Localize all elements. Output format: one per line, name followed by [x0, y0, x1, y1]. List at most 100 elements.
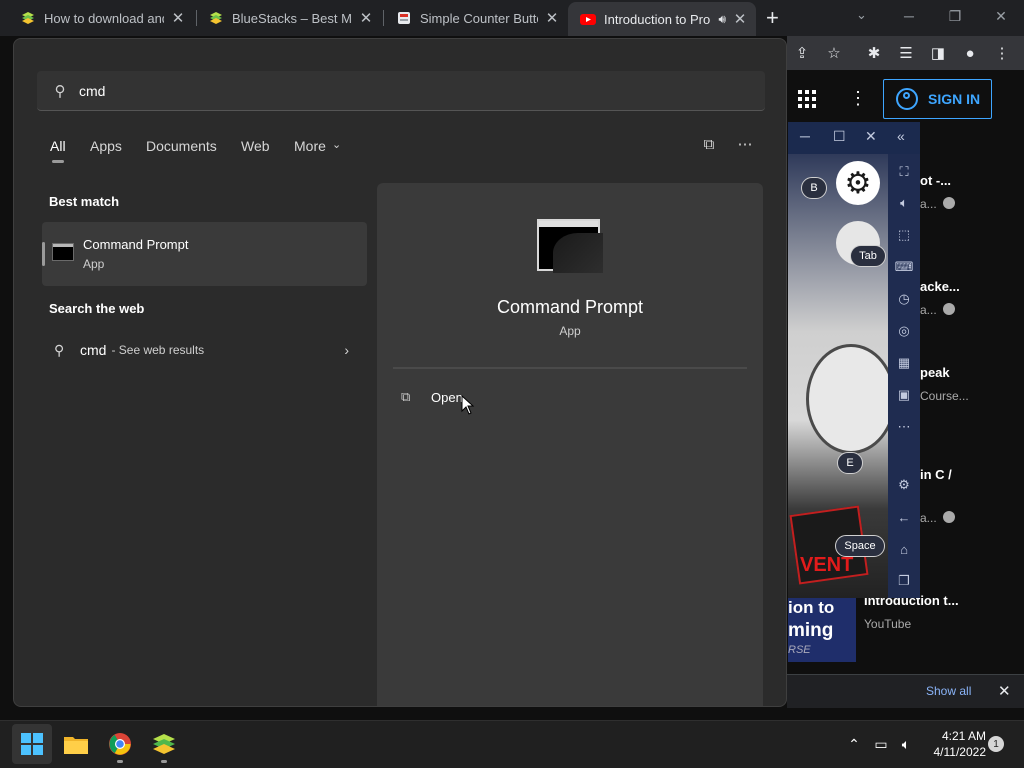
tab-search-chevron-icon[interactable]: ⌄ [856, 7, 867, 23]
window-close-icon[interactable]: ✕ [978, 0, 1024, 32]
macro-icon[interactable]: ◷ [894, 290, 914, 308]
channel-fragment: a... [920, 511, 937, 525]
command-prompt-large-icon [537, 219, 603, 273]
media-control-icon[interactable]: ☰ [896, 44, 916, 62]
running-indicator [161, 760, 167, 763]
more-tools-icon[interactable]: ⋯ [894, 418, 914, 436]
channel-fragment: a... [920, 303, 937, 317]
close-tab-icon[interactable]: ✕ [732, 10, 748, 28]
command-prompt-icon [52, 243, 74, 261]
key-b-badge[interactable]: B [801, 177, 827, 199]
side-panel-icon[interactable]: ◨ [928, 44, 948, 62]
tab-apps[interactable]: Apps [90, 138, 122, 154]
search-query: cmd [79, 82, 106, 99]
tab-bluestacks[interactable]: BlueStacks – Best Mobi ✕ [196, 4, 382, 32]
volume-icon[interactable]: 🔈︎ [897, 735, 915, 753]
close-tab-icon[interactable]: ✕ [170, 9, 186, 27]
fullscreen-icon[interactable]: ⛶ [894, 163, 914, 181]
best-match-result[interactable]: Command Prompt App [42, 222, 367, 286]
channel-fragment: Course... [920, 389, 969, 403]
tab-title: How to download and [44, 10, 164, 26]
browser-menu-icon[interactable]: ⋮ [992, 44, 1012, 62]
search-icon: ⚲ [54, 82, 66, 100]
home-icon[interactable]: ⌂ [894, 540, 914, 558]
settings-menu-icon[interactable]: ⋮ [849, 88, 867, 109]
download-bar-close-icon[interactable]: ✕ [998, 682, 1011, 700]
chrome-button[interactable] [100, 724, 140, 764]
volume-icon[interactable]: 🔈︎ [894, 194, 914, 212]
recent-apps-icon[interactable]: ❐ [894, 572, 914, 590]
back-arrow-icon[interactable]: ← [894, 508, 914, 526]
file-explorer-button[interactable] [56, 724, 96, 764]
page-icon [398, 12, 410, 24]
close-tab-icon[interactable]: ✕ [358, 9, 374, 27]
bs-settings-icon[interactable]: ⚙ [894, 476, 914, 494]
detail-app-name: Command Prompt [496, 297, 644, 317]
share-icon[interactable]: ⇪ [792, 44, 812, 62]
keyboard-icon[interactable]: ⌨ [894, 258, 914, 276]
extensions-icon[interactable]: ✱ [864, 44, 884, 62]
video-channel[interactable]: YouTube [864, 617, 911, 631]
apk-icon[interactable]: ▣ [894, 386, 914, 404]
notification-badge[interactable]: 1 [988, 736, 1004, 752]
taskbar-clock[interactable]: 4:21 AM 4/11/2022 [924, 728, 987, 760]
download-bar [787, 674, 1024, 708]
verified-icon [943, 197, 955, 209]
windows-logo-icon [21, 733, 43, 755]
bs-maximize-icon[interactable]: ☐ [833, 128, 846, 145]
tab-how-to-download[interactable]: How to download and ✕ [8, 4, 194, 32]
tab-title: BlueStacks – Best Mobi [232, 10, 352, 26]
restore-icon[interactable]: ❐ [932, 0, 978, 32]
close-tab-icon[interactable]: ✕ [544, 9, 560, 27]
gamepad-icon[interactable]: ▦ [894, 354, 914, 372]
apps-grid-icon[interactable] [798, 90, 816, 108]
new-tab-button[interactable]: + [766, 5, 779, 31]
bluestacks-button[interactable] [144, 724, 184, 764]
youtube-icon [580, 14, 596, 25]
web-result-suffix: - See web results [111, 343, 205, 357]
bs-close-icon[interactable]: ✕ [865, 128, 877, 145]
chevron-up-icon[interactable]: ⌃ [845, 735, 863, 753]
game-view[interactable]: VENT [788, 154, 888, 598]
account-icon [896, 88, 918, 110]
web-search-result[interactable]: ⚲ cmd - See web results › [42, 335, 367, 365]
tab-more[interactable]: More [294, 138, 326, 154]
tab-all[interactable]: All [50, 138, 66, 154]
key-tab-badge[interactable]: Tab [850, 245, 886, 267]
tab-introduction-active[interactable]: Introduction to Pro 🔊︎ ✕ [568, 2, 756, 36]
video-title-fragment[interactable]: acke... [920, 279, 960, 294]
minimize-icon[interactable]: ─ [886, 0, 932, 32]
speaker-icon[interactable]: 🔊︎ [718, 12, 726, 27]
video-title-fragment[interactable]: in C / [920, 467, 952, 482]
open-action[interactable]: ⧉ Open [401, 385, 463, 409]
key-space-badge[interactable]: Space [835, 535, 885, 557]
selection-indicator [42, 242, 45, 266]
profile-icon[interactable]: ● [960, 44, 980, 62]
sync-icon[interactable]: ◎ [894, 322, 914, 340]
tab-simple-counter[interactable]: Simple Counter Button ✕ [384, 4, 568, 32]
detail-app-kind: App [559, 324, 581, 338]
bs-collapse-icon[interactable]: « [897, 128, 905, 144]
search-icon: ⚲ [54, 341, 65, 358]
network-icon[interactable]: ▭ [872, 735, 890, 753]
tab-web[interactable]: Web [241, 138, 270, 154]
bookmark-star-icon[interactable]: ☆ [824, 44, 844, 62]
video-title-fragment[interactable]: ot -... [920, 173, 951, 188]
sign-in-button[interactable]: SIGN IN [883, 79, 992, 119]
folder-icon [64, 737, 88, 754]
account-switch-icon[interactable]: ⧉ [699, 134, 719, 154]
key-e-badge[interactable]: E [837, 452, 863, 474]
chevron-down-icon[interactable]: ⌄ [332, 138, 341, 151]
bs-minimize-icon[interactable]: ─ [800, 128, 810, 144]
video-thumbnail[interactable]: ion to ming RSE [788, 598, 856, 662]
more-options-icon[interactable]: ⋯ [735, 134, 755, 154]
video-title-fragment[interactable]: peak [920, 365, 950, 380]
show-all-link[interactable]: Show all [926, 684, 971, 698]
start-button[interactable] [12, 724, 52, 764]
tab-documents[interactable]: Documents [146, 138, 217, 154]
verified-icon [943, 303, 955, 315]
game-settings-gear-icon[interactable]: ⚙ [836, 161, 880, 205]
best-match-heading: Best match [49, 194, 120, 209]
search-input[interactable]: ⚲ cmd [37, 71, 765, 111]
pointer-mode-icon[interactable]: ⬚ [894, 226, 914, 244]
